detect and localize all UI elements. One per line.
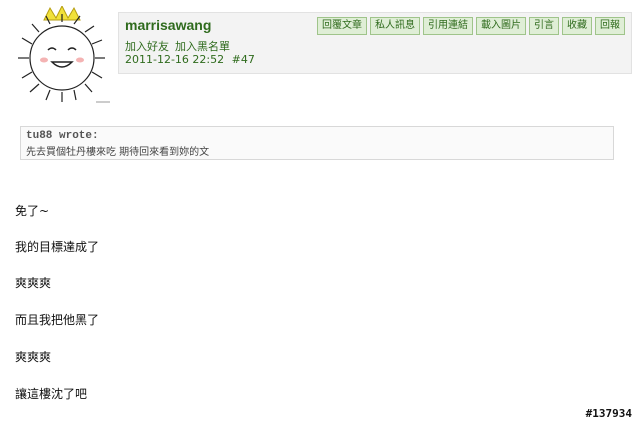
username-link[interactable]: marrisawang (125, 17, 211, 33)
add-blacklist-link[interactable]: 加入黑名單 (175, 40, 230, 53)
hedgehog-avatar-icon (18, 4, 110, 103)
post-meta: 2011-12-16 22:52 #47 (125, 53, 259, 66)
quote-text: 先去買個牡丹樓來吃 期待回來看到妳的文 (26, 147, 210, 158)
post-datetime: 2011-12-16 22:52 (125, 53, 225, 66)
reply-button[interactable]: 回覆文章 (317, 17, 367, 35)
quote-author: tu88 wrote: (26, 130, 99, 142)
favorite-button[interactable]: 收藏 (562, 17, 592, 35)
post-content-line: 讓這樓沈了吧 (15, 387, 88, 401)
post-actions: 回覆文章 私人訊息 引用連結 載入圖片 引言 收藏 回報 (317, 17, 625, 35)
post-id-watermark: #137934 (585, 407, 632, 420)
post-content-line: 爽爽爽 (15, 350, 52, 364)
post-floor-link[interactable]: #47 (232, 53, 255, 66)
post-content-line: 我的目標達成了 (15, 240, 100, 254)
load-images-button[interactable]: 載入圖片 (476, 17, 526, 35)
private-message-button[interactable]: 私人訊息 (370, 17, 420, 35)
quote-button[interactable]: 引言 (529, 17, 559, 35)
quote-link-button[interactable]: 引用連結 (423, 17, 473, 35)
post-content-line: 爽爽爽 (15, 276, 52, 290)
post-header: marrisawang 加入好友 加入黑名單 2011-12-16 22:52 #… (118, 12, 632, 74)
add-friend-link[interactable]: 加入好友 (125, 40, 169, 53)
post-content-line: 免了~ (15, 204, 50, 218)
user-links: 加入好友 加入黑名單 (125, 38, 236, 54)
user-avatar[interactable] (10, 4, 114, 106)
quote-block: tu88 wrote: 先去買個牡丹樓來吃 期待回來看到妳的文 (20, 126, 614, 160)
post-content-line: 而且我把他黑了 (15, 313, 100, 327)
report-button[interactable]: 回報 (595, 17, 625, 35)
